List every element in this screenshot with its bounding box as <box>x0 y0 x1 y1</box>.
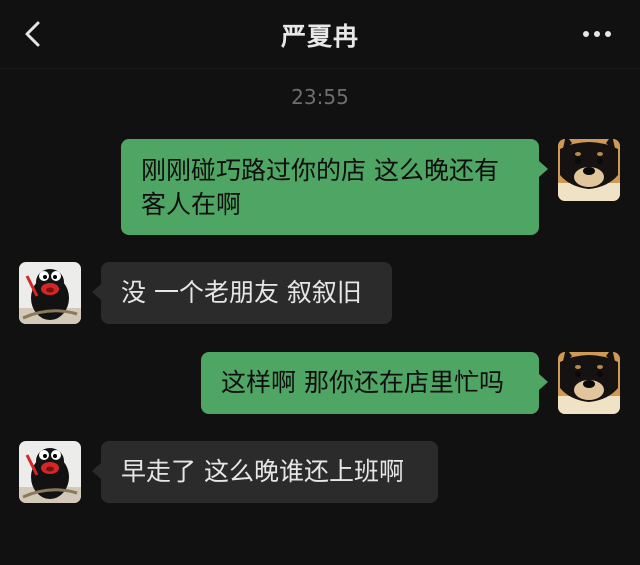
message-text: 刚刚碰巧路过你的店 这么晚还有客人在啊 <box>141 156 499 219</box>
chat-header: 严夏冉 <box>0 0 640 69</box>
avatar[interactable] <box>558 139 620 201</box>
avatar[interactable] <box>19 441 81 503</box>
message-text: 这样啊 那你还在店里忙吗 <box>221 368 504 397</box>
bubble-tail <box>539 374 548 390</box>
penguin-avatar-icon <box>19 441 81 503</box>
bubble-tail <box>539 161 548 177</box>
bubble-tail <box>92 463 101 479</box>
chat-title: 严夏冉 <box>280 22 359 51</box>
bubble-tail <box>92 284 101 300</box>
avatar[interactable] <box>558 352 620 414</box>
message-bubble-outgoing[interactable]: 刚刚碰巧路过你的店 这么晚还有客人在啊 <box>121 139 548 235</box>
message-bubble-incoming[interactable]: 早走了 这么晚谁还上班啊 <box>92 441 438 503</box>
dog-avatar-icon <box>558 139 620 201</box>
message-timestamp: 23:55 <box>291 85 349 109</box>
more-dots-icon[interactable] <box>582 28 612 40</box>
dog-avatar-icon <box>558 352 620 414</box>
message-text: 没 一个老朋友 叙叙旧 <box>121 278 362 307</box>
message-bubble-incoming[interactable]: 没 一个老朋友 叙叙旧 <box>92 262 392 324</box>
penguin-avatar-icon <box>19 262 81 324</box>
avatar[interactable] <box>19 262 81 324</box>
message-bubble-outgoing[interactable]: 这样啊 那你还在店里忙吗 <box>201 352 548 414</box>
message-text: 早走了 这么晚谁还上班啊 <box>121 457 404 486</box>
